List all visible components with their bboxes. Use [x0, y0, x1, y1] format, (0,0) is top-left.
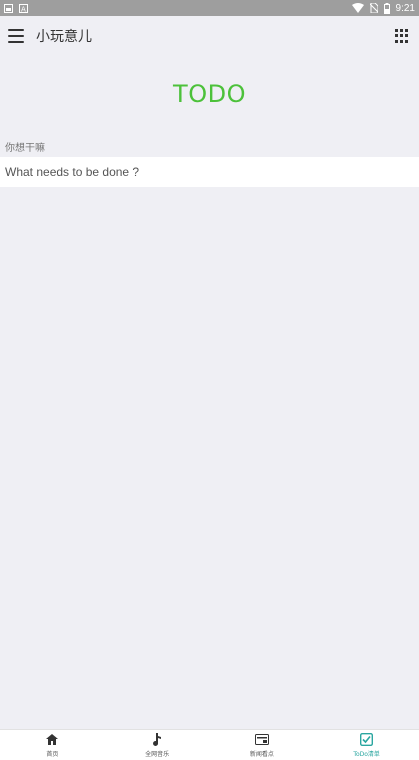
- checkbox-icon: [360, 733, 374, 747]
- tab-music[interactable]: 全网音乐: [105, 730, 210, 760]
- status-bar-right: 9:21: [351, 2, 415, 14]
- status-time: 9:21: [395, 2, 415, 14]
- news-icon: [254, 733, 269, 747]
- tab-home-label: 首页: [46, 750, 59, 758]
- tab-todo-label: ToDo清单: [353, 750, 380, 758]
- tab-music-label: 全网音乐: [145, 750, 170, 758]
- app-title: 小玩意儿: [36, 29, 92, 45]
- notification-icon: [4, 3, 13, 13]
- tab-home[interactable]: 首页: [0, 730, 105, 760]
- tab-todo[interactable]: ToDo清单: [314, 730, 419, 760]
- wifi-icon: [351, 3, 364, 13]
- status-bar: A 9:21: [0, 0, 419, 16]
- no-sim-icon: [369, 3, 378, 13]
- home-icon: [45, 733, 59, 747]
- menu-icon[interactable]: [8, 29, 24, 43]
- notification-icon: A: [19, 3, 28, 13]
- tab-news[interactable]: 新闻看点: [210, 730, 315, 760]
- status-bar-left: A: [4, 3, 28, 13]
- page-title: TODO: [173, 80, 246, 108]
- app-bar: 小玩意儿: [0, 16, 419, 56]
- battery-icon: [383, 2, 390, 14]
- music-note-icon: [150, 733, 164, 747]
- todo-input-row: [0, 157, 419, 187]
- tab-news-label: 新闻看点: [249, 750, 274, 758]
- svg-text:A: A: [21, 5, 26, 13]
- bottom-tab-bar: 首页 全网音乐 新闻看点 ToDo清单: [0, 729, 419, 760]
- todo-input[interactable]: [0, 157, 419, 187]
- apps-grid-icon[interactable]: [395, 29, 409, 43]
- todo-input-label: 你想干嘛: [5, 143, 45, 154]
